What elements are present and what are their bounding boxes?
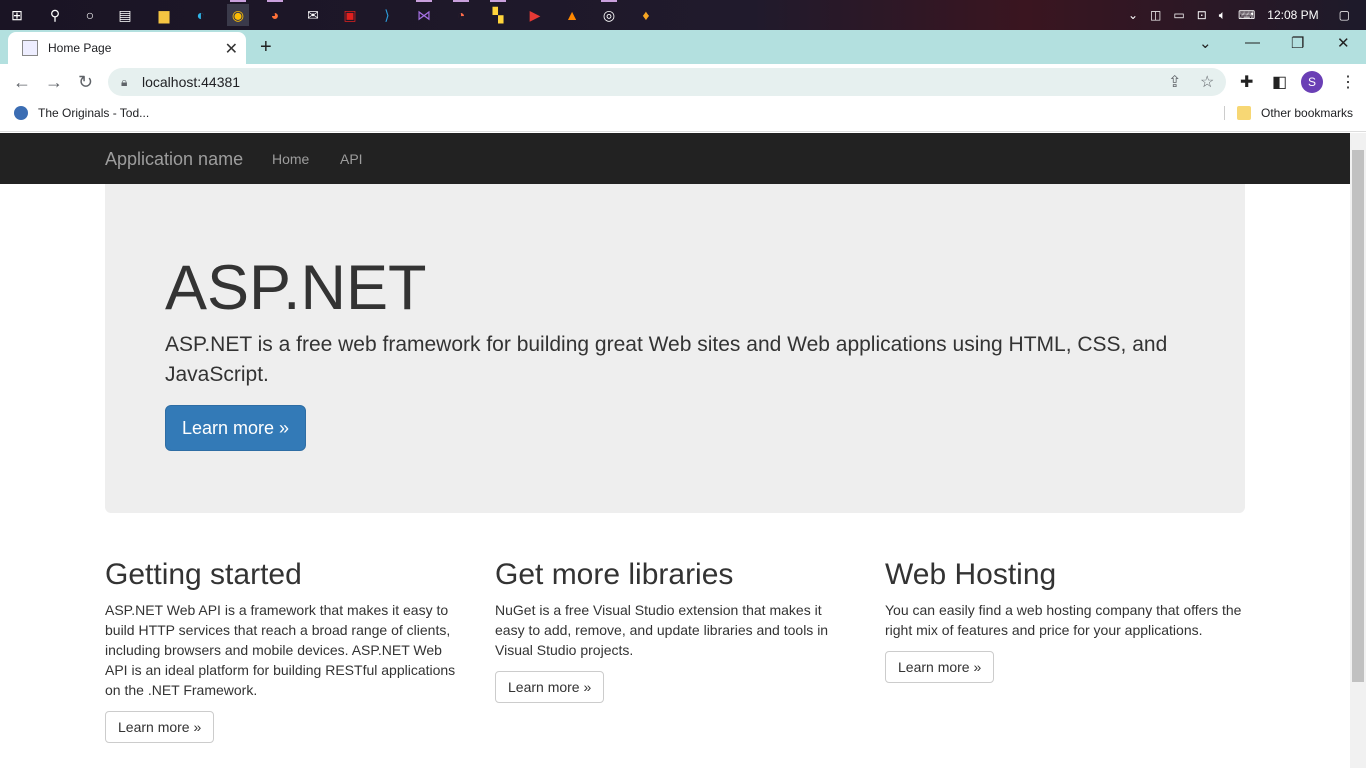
column-heading: Getting started (105, 558, 302, 591)
windows-start-icon[interactable]: ⊞ (6, 4, 28, 26)
column-web-hosting: Web Hosting You can easily find a web ho… (885, 558, 1245, 683)
nav-link-api[interactable]: API (340, 151, 363, 167)
page-icon (22, 40, 38, 56)
battery-icon[interactable]: ▭ (1173, 8, 1184, 22)
page-viewport: Application name Home API ASP.NET ASP.NE… (0, 133, 1350, 768)
firefox-icon[interactable]: ◕ (264, 0, 286, 26)
bookmark-label: The Originals - Tod... (38, 106, 150, 120)
cortana-icon[interactable]: ○ (79, 4, 101, 26)
app-icon[interactable]: ◔ (450, 0, 472, 26)
nav-link-home[interactable]: Home (272, 151, 309, 167)
bookmark-the-originals[interactable]: The Originals - Tod... (14, 106, 149, 120)
jumbotron: ASP.NET ASP.NET is a free web framework … (105, 184, 1245, 513)
notification-icon[interactable]: ▢ (1339, 8, 1350, 22)
vlc-icon[interactable]: ▲ (561, 4, 583, 26)
side-panel-icon[interactable]: ◧ (1272, 72, 1287, 92)
mail-icon[interactable]: ✉ (302, 4, 324, 26)
tab-title: Home Page (48, 41, 112, 55)
lock-icon[interactable]: 🔒︎ (121, 75, 127, 90)
column-text: ASP.NET Web API is a framework that make… (105, 602, 456, 698)
new-tab-button[interactable]: + (260, 36, 272, 59)
scrollbar-thumb[interactable] (1352, 150, 1364, 682)
tab-search-icon[interactable]: ⌄ (1199, 34, 1212, 52)
close-window-icon[interactable]: ✕ (1337, 34, 1350, 52)
column-getting-started: Getting started ASP.NET Web API is a fra… (105, 558, 465, 743)
forward-icon[interactable]: → (45, 72, 63, 93)
jumbotron-lead: ASP.NET is a free web framework for buil… (165, 333, 1168, 386)
media-icon[interactable]: ▶ (524, 4, 546, 26)
extensions-icon[interactable]: ✚ (1240, 72, 1253, 92)
search-icon[interactable]: ⚲ (44, 4, 66, 26)
column-heading: Web Hosting (885, 558, 1057, 591)
column-heading: Get more libraries (495, 558, 734, 591)
edge-icon[interactable]: ◐ (190, 4, 212, 26)
acrobat-icon[interactable]: ▣ (339, 4, 361, 26)
keyboard-icon[interactable]: ⌨ (1238, 8, 1255, 22)
column-text: NuGet is a free Visual Studio extension … (495, 602, 829, 658)
folder-icon (1237, 106, 1251, 120)
minimize-icon[interactable]: — (1245, 34, 1260, 51)
column-text: You can easily find a web hosting compan… (885, 602, 1242, 638)
close-tab-icon[interactable]: ✕ (225, 39, 238, 59)
volume-icon[interactable]: 🔈︎ (1219, 8, 1226, 23)
bookmark-label: Other bookmarks (1261, 106, 1354, 120)
camera-icon[interactable]: ◫ (1150, 8, 1161, 22)
back-icon[interactable]: ← (13, 72, 31, 93)
reload-icon[interactable]: ↻ (78, 72, 93, 93)
column-get-more-libraries: Get more libraries NuGet is a free Visua… (495, 558, 855, 703)
url-text: localhost:44381 (142, 74, 241, 90)
network-icon[interactable]: ⊡ (1197, 8, 1207, 22)
learn-more-button[interactable]: Learn more » (495, 671, 605, 703)
learn-more-button[interactable]: Learn more » (105, 711, 215, 743)
site-navbar: Application name Home API (0, 133, 1350, 184)
jumbotron-title: ASP.NET (165, 253, 427, 323)
clock[interactable]: 12:08 PM (1267, 8, 1318, 22)
visual-studio-icon[interactable]: ⋈ (413, 0, 435, 26)
bookmarks-bar (0, 100, 1366, 132)
learn-more-primary-button[interactable]: Learn more » (165, 405, 306, 451)
chrome-icon[interactable]: ◉ (227, 0, 249, 26)
share-icon[interactable]: ⇪ (1168, 72, 1181, 92)
brand-link[interactable]: Application name (105, 149, 243, 170)
tab-home-page[interactable]: Home Page ✕ (8, 32, 246, 64)
learn-more-button[interactable]: Learn more » (885, 651, 995, 683)
vscode-icon[interactable]: ⟩ (376, 4, 398, 26)
chevron-up-icon[interactable]: ⌄ (1128, 8, 1138, 22)
other-bookmarks[interactable]: Other bookmarks (1224, 106, 1353, 120)
avatar[interactable]: S (1301, 71, 1323, 93)
fl-studio-icon[interactable]: ♦ (635, 4, 657, 26)
settings-icon[interactable]: ◎ (598, 0, 620, 26)
file-explorer-icon[interactable]: ▆ (153, 4, 175, 26)
system-tray: ⌄ ◫ ▭ ⊡ 🔈︎ ⌨ 12:08 PM ▢ (1116, 0, 1366, 30)
windows-taskbar: ⊞ ⚲ ○ ▤ ▆ ◐ ◉ ◕ ✉ ▣ ⟩ ⋈ ◔ ▚ ▶ ▲ ◎ ♦ ⌄ ◫ … (0, 0, 1366, 30)
restore-icon[interactable]: ❐ (1291, 34, 1304, 52)
menu-icon[interactable]: ⋮ (1340, 72, 1356, 92)
task-view-icon[interactable]: ▤ (114, 4, 136, 26)
bookmark-favicon-icon (14, 106, 28, 120)
bookmark-star-icon[interactable]: ☆ (1200, 72, 1214, 92)
python-icon[interactable]: ▚ (487, 0, 509, 26)
address-bar[interactable]: localhost:44381 (108, 68, 1226, 96)
